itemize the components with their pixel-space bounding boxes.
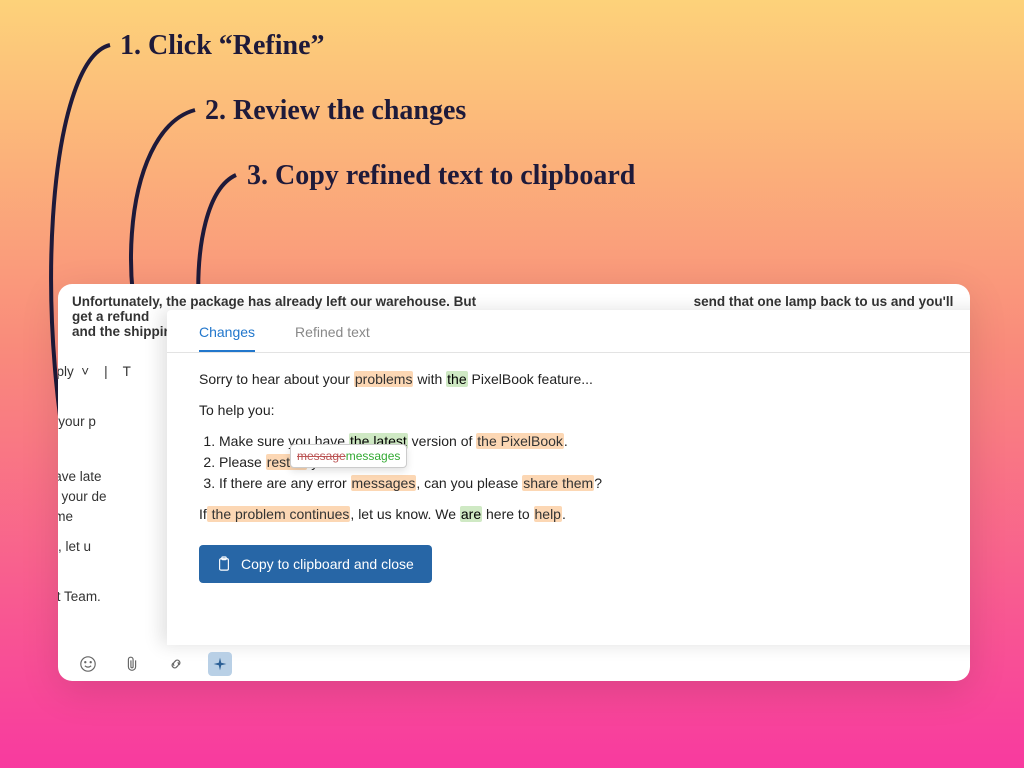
- refine-sparkle-button[interactable]: [208, 652, 232, 676]
- app-card: Unfortunately, the package has already l…: [58, 284, 970, 681]
- callout-step-1: 1. Click “Refine”: [120, 30, 325, 62]
- copy-to-clipboard-button[interactable]: Copy to clipboard and close: [199, 545, 432, 583]
- tab-refined-text[interactable]: Refined text: [295, 324, 370, 352]
- reply-dropdown[interactable]: c reply ˅ | T: [58, 364, 131, 379]
- tab-changes[interactable]: Changes: [199, 324, 255, 352]
- draft-fragment: m continue, let u: [58, 539, 91, 554]
- draft-fragment: ure you have late: [58, 469, 102, 484]
- emoji-icon[interactable]: [76, 652, 100, 676]
- diff-tooltip-old: message: [297, 449, 346, 463]
- refined-intro: Sorry to hear about your problems with t…: [199, 369, 970, 390]
- draft-fragment: e are any error me: [58, 509, 73, 524]
- diff-tooltip: messagemessages: [290, 444, 407, 468]
- link-icon[interactable]: [164, 652, 188, 676]
- diff-highlight: the: [446, 371, 467, 387]
- changes-panel: Sorry to hear about your problems with t…: [167, 353, 970, 599]
- diff-highlight: share them: [522, 475, 594, 491]
- prior-message-part-a: Unfortunately, the package has already l…: [72, 294, 476, 309]
- draft-fragment: hear about your p: [58, 414, 96, 429]
- diff-highlight: the PixelBook: [476, 433, 564, 449]
- attachment-icon[interactable]: [120, 652, 144, 676]
- draft-fragment: restaert your de: [58, 489, 107, 504]
- clipboard-icon: [217, 556, 231, 572]
- refined-outro: If the problem continues, let us know. W…: [199, 504, 970, 525]
- callout-step-3: 3. Copy refined text to clipboard: [247, 160, 635, 192]
- prior-message-line2: and the shipping: [72, 324, 180, 339]
- diff-highlight: messages: [351, 475, 417, 491]
- callout-step-2: 2. Review the changes: [205, 95, 466, 127]
- diff-highlight: problems: [354, 371, 414, 387]
- refined-step-3: If there are any error messages, can you…: [219, 473, 970, 494]
- draft-fragment: n Support Team.: [58, 589, 101, 604]
- diff-highlight: help: [534, 506, 562, 522]
- composer-toolbar: [58, 647, 970, 681]
- diff-highlight: the problem continues: [207, 506, 351, 522]
- refine-popup: Changes Refined text Sorry to hear about…: [167, 310, 970, 645]
- refined-help-label: To help you:: [199, 400, 970, 421]
- diff-tooltip-new: messages: [346, 449, 401, 463]
- diff-highlight: are: [460, 506, 482, 522]
